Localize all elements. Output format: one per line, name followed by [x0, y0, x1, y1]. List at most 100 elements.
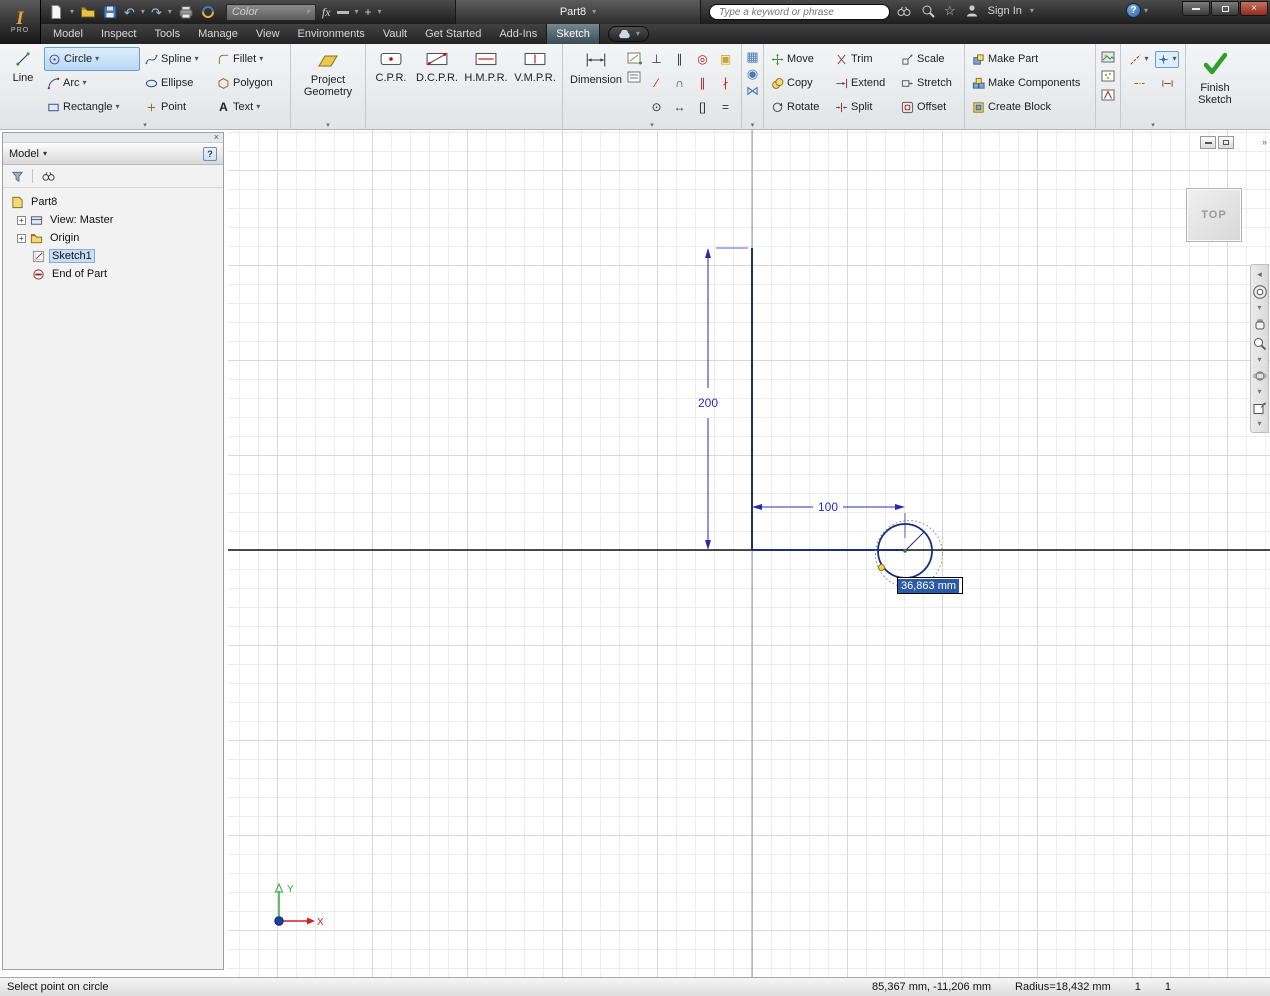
- equal-constraint-icon[interactable]: =: [722, 100, 729, 114]
- maximize-button[interactable]: [1211, 1, 1239, 16]
- move-tool[interactable]: Move: [768, 47, 830, 71]
- coincident-constraint-icon[interactable]: ⁄: [655, 76, 657, 90]
- trim-tool[interactable]: Trim: [832, 47, 896, 71]
- tab-sketch[interactable]: Sketch: [546, 24, 600, 44]
- perpendicular-constraint-icon[interactable]: ⊥: [651, 52, 661, 66]
- zoom-icon[interactable]: [1252, 336, 1268, 352]
- dropdown-icon[interactable]: ▾: [378, 8, 382, 16]
- browser-dock-bar[interactable]: ×: [3, 133, 223, 143]
- make-part-button[interactable]: Make Part: [969, 47, 1091, 71]
- doc-minimize-button[interactable]: [1200, 136, 1216, 149]
- line-tool[interactable]: Line: [4, 47, 42, 84]
- dropdown-icon[interactable]: ▾: [43, 149, 47, 158]
- navigation-wheel-icon[interactable]: [1252, 284, 1268, 300]
- circle-tool[interactable]: Circle ▾: [44, 47, 140, 71]
- undo-icon[interactable]: ↶: [124, 6, 135, 19]
- spline-tool[interactable]: Spline ▾: [142, 47, 212, 71]
- save-icon[interactable]: [102, 4, 118, 20]
- dropdown-icon[interactable]: ▾: [70, 8, 74, 16]
- extend-tool[interactable]: Extend: [832, 71, 896, 95]
- rectangle-tool[interactable]: Rectangle ▾: [44, 95, 140, 119]
- expand-icon[interactable]: +: [17, 233, 26, 243]
- tab-manage[interactable]: Manage: [189, 24, 247, 44]
- rectangular-pattern-icon[interactable]: ▦: [746, 50, 758, 63]
- center-point-toggle[interactable]: ▾: [1155, 50, 1179, 68]
- vmpr-button[interactable]: V.M.P.R.: [512, 47, 558, 84]
- search-input[interactable]: [719, 6, 880, 18]
- dropdown-icon[interactable]: ▾: [1030, 7, 1034, 15]
- driven-dimension-toggle[interactable]: [1161, 77, 1174, 90]
- scale-tool[interactable]: Scale: [898, 47, 960, 71]
- viewcube[interactable]: TOP: [1186, 188, 1242, 242]
- sign-in-button[interactable]: Sign In: [988, 5, 1022, 17]
- dropdown-icon[interactable]: ▾: [168, 8, 172, 16]
- circle-center-point[interactable]: [903, 549, 907, 553]
- panel-expander-icon[interactable]: ▾: [143, 121, 147, 129]
- find-icon[interactable]: [41, 170, 56, 183]
- expand-icon[interactable]: +: [17, 215, 26, 225]
- acad-import-icon[interactable]: [1100, 88, 1116, 102]
- minimize-button[interactable]: [1182, 1, 1210, 16]
- horizontal-constraint-icon[interactable]: ⊙: [651, 100, 661, 114]
- dimension-200-label[interactable]: 200: [698, 396, 718, 410]
- color-dropdown[interactable]: Color ▾: [225, 3, 316, 21]
- dropdown-icon[interactable]: ▾: [1144, 6, 1148, 15]
- a360-menu[interactable]: ▾: [607, 26, 649, 42]
- dropdown-icon[interactable]: ▾: [592, 8, 596, 16]
- filter-icon[interactable]: [11, 170, 24, 183]
- offset-tool[interactable]: Offset: [898, 95, 960, 119]
- search-icon[interactable]: [920, 3, 936, 19]
- tangent-constraint-icon[interactable]: ∩: [675, 76, 684, 90]
- symmetric-constraint-icon[interactable]: []: [699, 100, 706, 114]
- tab-view[interactable]: View: [247, 24, 289, 44]
- ellipse-tool[interactable]: Ellipse: [142, 71, 212, 95]
- dropdown-icon[interactable]: ▾: [1257, 304, 1261, 312]
- look-at-icon[interactable]: [1252, 400, 1268, 416]
- lock-constraint-icon[interactable]: ▣: [720, 52, 731, 66]
- dropdown-icon[interactable]: ▾: [1257, 388, 1261, 396]
- tab-inspect[interactable]: Inspect: [92, 24, 145, 44]
- new-document-icon[interactable]: [48, 4, 64, 20]
- parameters-fx-icon[interactable]: fx: [322, 5, 331, 20]
- measure-icon[interactable]: [336, 10, 349, 14]
- show-constraints-icon[interactable]: [627, 70, 643, 85]
- window-overflow-icon[interactable]: »: [1262, 137, 1267, 147]
- dropdown-icon[interactable]: ▾: [95, 55, 99, 63]
- circular-pattern-icon[interactable]: ◉: [747, 67, 758, 80]
- mirror-icon[interactable]: ⋈: [746, 84, 759, 97]
- tree-item-origin[interactable]: + Origin: [3, 229, 223, 247]
- create-block-button[interactable]: Create Block: [969, 95, 1091, 119]
- browser-header[interactable]: Model ▾ ?: [3, 143, 223, 165]
- polygon-tool[interactable]: Polygon: [214, 71, 286, 95]
- collinear-constraint-icon[interactable]: ∥: [700, 76, 706, 90]
- dcpr-button[interactable]: D.C.P.R.: [414, 47, 460, 84]
- construction-toggle[interactable]: ▾: [1129, 53, 1149, 66]
- tab-model[interactable]: Model: [44, 24, 92, 44]
- point-tool[interactable]: Point: [142, 95, 212, 119]
- dropdown-icon[interactable]: ▾: [83, 79, 87, 87]
- snap-point[interactable]: [878, 564, 885, 571]
- help-icon[interactable]: ?: [1126, 3, 1141, 18]
- fillet-tool[interactable]: Fillet ▾: [214, 47, 286, 71]
- concentric-constraint-icon[interactable]: ◎: [697, 52, 707, 66]
- collapse-navbar-icon[interactable]: ◂: [1257, 269, 1262, 280]
- text-tool[interactable]: A Text ▾: [214, 95, 286, 119]
- dropdown-icon[interactable]: ▾: [256, 103, 260, 111]
- split-tool[interactable]: Split: [832, 95, 896, 119]
- tree-item-end-of-part[interactable]: End of Part: [3, 265, 223, 283]
- stretch-tool[interactable]: Stretch: [898, 71, 960, 95]
- parallel-constraint-icon[interactable]: ∥: [677, 52, 683, 66]
- make-components-button[interactable]: Make Components: [969, 71, 1091, 95]
- dropdown-icon[interactable]: ▾: [1257, 420, 1261, 428]
- dropdown-icon[interactable]: ▾: [195, 55, 199, 63]
- update-icon[interactable]: [200, 4, 216, 20]
- redo-icon[interactable]: ↷: [151, 6, 162, 19]
- tab-add-ins[interactable]: Add-Ins: [490, 24, 546, 44]
- panel-expander-icon[interactable]: ▾: [650, 121, 654, 129]
- dimension-100-label[interactable]: 100: [818, 500, 838, 514]
- tab-environments[interactable]: Environments: [289, 24, 374, 44]
- open-folder-icon[interactable]: [80, 4, 96, 20]
- orbit-icon[interactable]: [1252, 368, 1268, 384]
- copy-tool[interactable]: Copy: [768, 71, 830, 95]
- insert-image-icon[interactable]: [1100, 50, 1116, 64]
